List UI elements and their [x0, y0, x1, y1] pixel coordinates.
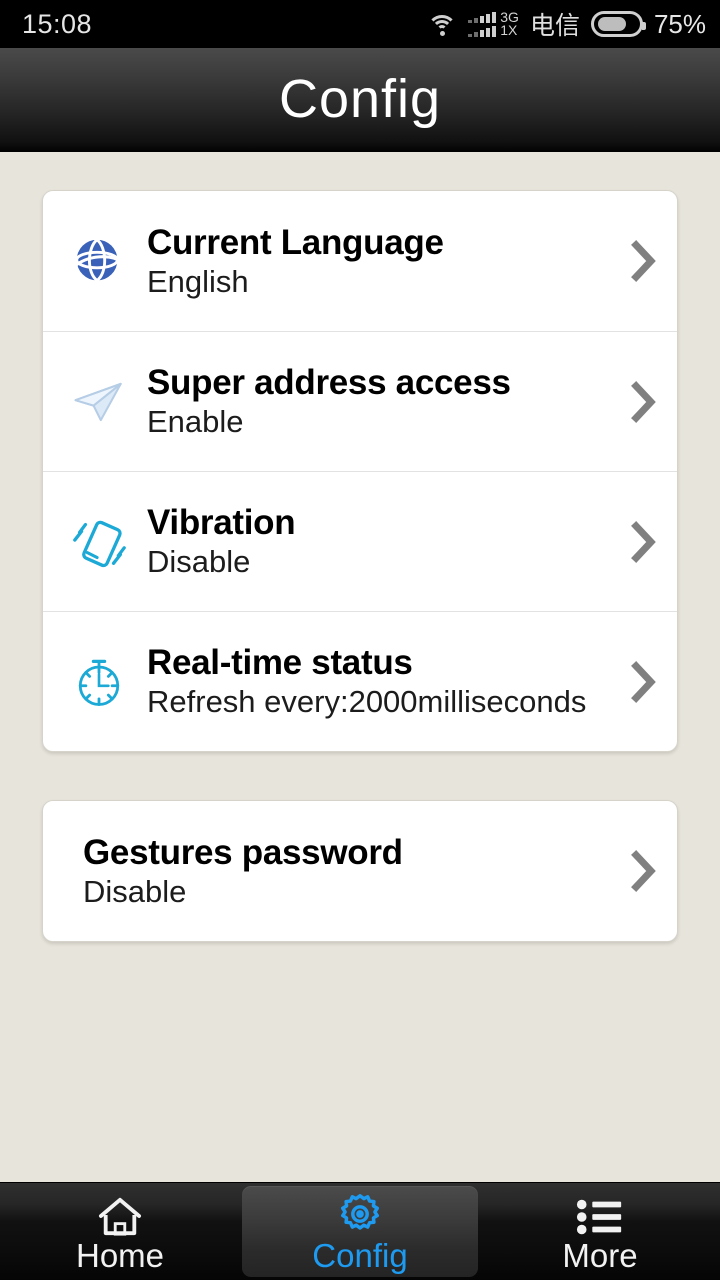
- setting-row-vibration[interactable]: Vibration Disable: [43, 471, 677, 611]
- chevron-right-icon[interactable]: [611, 380, 677, 424]
- chevron-right-icon[interactable]: [611, 660, 677, 704]
- setting-row-text: Gestures password Disable: [83, 833, 611, 910]
- page-title: Config: [278, 69, 442, 129]
- wifi-icon: [427, 13, 458, 36]
- setting-row-super-address-access[interactable]: Super address access Enable: [43, 331, 677, 471]
- settings-group-security: Gestures password Disable: [42, 800, 678, 942]
- setting-title: Real-time status: [147, 643, 413, 683]
- setting-row-current-language[interactable]: Current Language English: [43, 191, 677, 331]
- nav-tab-label: Config: [312, 1237, 408, 1274]
- setting-value: Disable: [83, 873, 187, 909]
- setting-value: English: [147, 263, 249, 299]
- chevron-right-icon[interactable]: [611, 520, 677, 564]
- setting-value: Enable: [147, 404, 244, 440]
- network-type-1x-label: 1X: [500, 22, 518, 38]
- battery-percent-label: 75%: [653, 8, 706, 39]
- setting-title: Current Language: [147, 222, 444, 262]
- status-bar-clock: 15:08: [22, 8, 93, 39]
- setting-row-real-time-status[interactable]: Real-time status Refresh every:2000milli…: [43, 611, 677, 751]
- carrier-name: 电信: [529, 11, 580, 40]
- setting-title: Super address access: [147, 363, 511, 403]
- nav-tab-config[interactable]: Config: [242, 1186, 478, 1277]
- battery-icon: [590, 11, 646, 37]
- globe-icon: [61, 223, 137, 299]
- bottom-navigation-bar: Home Config More: [0, 1182, 720, 1280]
- paper-plane-icon: [61, 364, 137, 440]
- setting-title: Gestures password: [83, 832, 403, 872]
- setting-value: Disable: [147, 544, 251, 580]
- vibration-icon: [61, 504, 137, 580]
- signal-strength-icon: 3G 1X: [468, 10, 519, 38]
- setting-row-gestures-password[interactable]: Gestures password Disable: [43, 801, 677, 941]
- nav-tab-label: Home: [75, 1237, 165, 1274]
- title-bar: Config: [0, 48, 720, 152]
- stopwatch-icon: [61, 644, 137, 720]
- status-bar: 15:08 3G 1X 电信 75%: [0, 0, 720, 48]
- nav-tab-label: More: [562, 1237, 638, 1274]
- gear-icon: [337, 1191, 383, 1237]
- phone-screen: 15:08 3G 1X 电信 75% Config Current Langua…: [0, 0, 720, 1280]
- chevron-right-icon[interactable]: [611, 849, 677, 893]
- chevron-right-icon[interactable]: [611, 239, 677, 283]
- setting-row-text: Vibration Disable: [147, 503, 611, 580]
- nav-tab-more[interactable]: More: [482, 1186, 718, 1277]
- home-icon: [97, 1191, 143, 1237]
- settings-group-primary: Current Language English Super address a…: [42, 190, 678, 752]
- setting-title: Vibration: [147, 503, 296, 543]
- settings-list: Current Language English Super address a…: [0, 152, 720, 1182]
- list-icon: [575, 1191, 625, 1237]
- setting-row-text: Super address access Enable: [147, 363, 611, 440]
- setting-row-text: Current Language English: [147, 223, 611, 300]
- status-bar-indicators: 3G 1X 电信 75%: [427, 6, 706, 42]
- setting-value: Refresh every:2000milliseconds: [147, 684, 587, 720]
- nav-tab-home[interactable]: Home: [2, 1186, 238, 1277]
- setting-row-text: Real-time status Refresh every:2000milli…: [147, 643, 611, 720]
